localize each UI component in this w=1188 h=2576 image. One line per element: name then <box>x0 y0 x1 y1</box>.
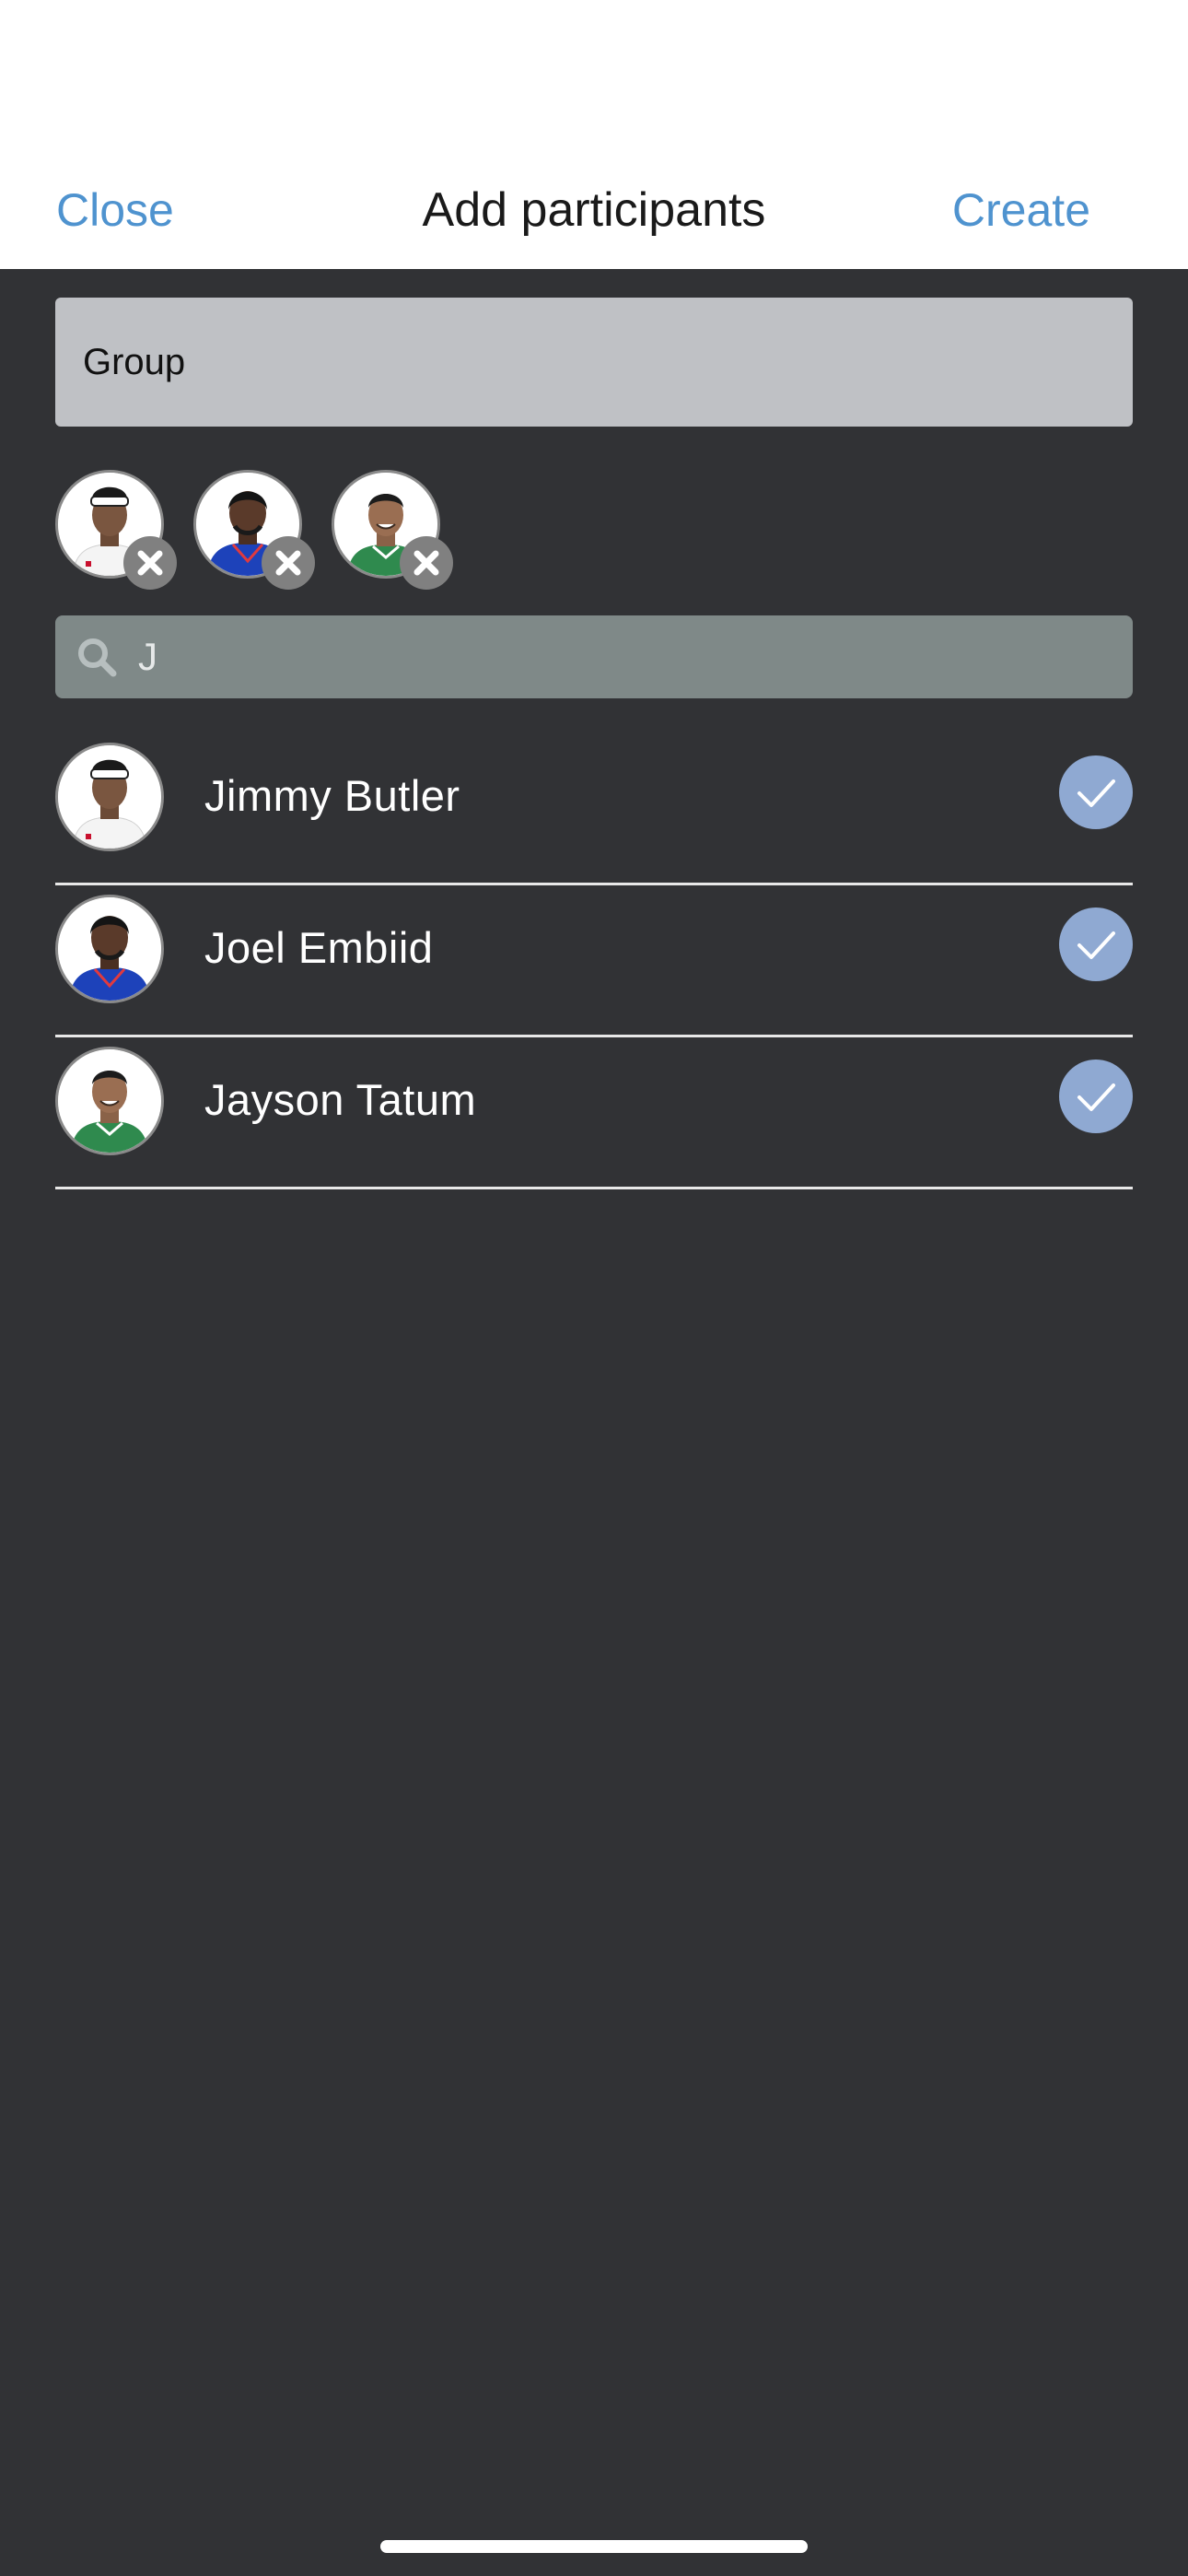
player-photo <box>58 1049 161 1153</box>
close-button[interactable]: Close <box>56 181 174 240</box>
remove-participant-button[interactable] <box>400 536 453 590</box>
selected-chip <box>193 470 332 590</box>
list-item[interactable]: Jayson Tatum <box>55 1037 1133 1189</box>
close-icon <box>275 550 301 576</box>
home-indicator[interactable] <box>380 2540 808 2553</box>
selected-checkbox[interactable] <box>1059 1060 1133 1133</box>
remove-participant-button[interactable] <box>262 536 315 590</box>
search-query: J <box>138 635 157 678</box>
list-item[interactable]: Jimmy Butler <box>55 733 1133 885</box>
selected-chip <box>332 470 470 590</box>
search-input[interactable]: J <box>55 615 1133 698</box>
participant-name: Joel Embiid <box>204 923 434 972</box>
avatar <box>55 895 164 1003</box>
search-icon <box>78 638 117 677</box>
selected-checkbox[interactable] <box>1059 907 1133 981</box>
nav-header: Close Add participants Create <box>0 0 1188 269</box>
selected-participants <box>55 470 1133 590</box>
group-name-input[interactable]: Group <box>55 298 1133 427</box>
close-icon <box>413 550 439 576</box>
selected-checkbox[interactable] <box>1059 755 1133 829</box>
avatar <box>55 743 164 851</box>
participant-name: Jayson Tatum <box>204 1075 477 1124</box>
remove-participant-button[interactable] <box>123 536 177 590</box>
checkmark-icon <box>1077 931 1115 959</box>
list-item[interactable]: Joel Embiid <box>55 885 1133 1037</box>
close-icon <box>137 550 163 576</box>
checkmark-icon <box>1077 1083 1115 1111</box>
participant-list: Jimmy Butler Joel Embiid Jayson Tatum <box>55 733 1133 1189</box>
avatar <box>55 1047 164 1155</box>
player-photo <box>58 745 161 849</box>
selected-chip <box>55 470 193 590</box>
player-photo <box>58 897 161 1001</box>
checkmark-icon <box>1077 779 1115 807</box>
create-button[interactable]: Create <box>952 181 1090 240</box>
participant-name: Jimmy Butler <box>204 771 460 820</box>
